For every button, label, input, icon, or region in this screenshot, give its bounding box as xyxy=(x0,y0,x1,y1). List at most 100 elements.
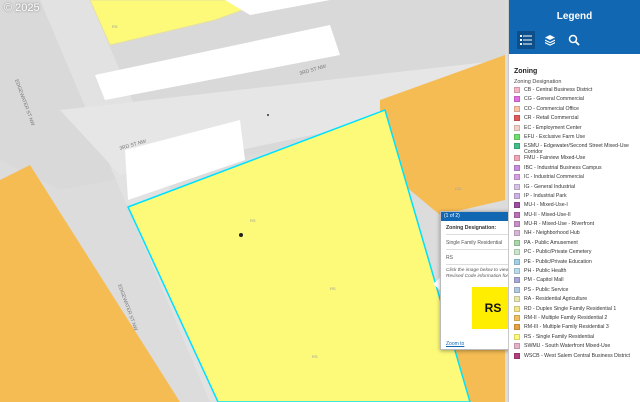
legend-item: NH - Neighborhood Hub xyxy=(514,230,635,239)
legend-swatch xyxy=(514,230,520,237)
legend-swatch xyxy=(514,258,520,265)
legend-swatch xyxy=(514,87,520,93)
legend-item: IBC - Industrial Business Campus xyxy=(514,164,635,174)
zoom-to-link[interactable]: Zoom to xyxy=(446,341,464,347)
legend-item: PS - Public Service xyxy=(514,286,635,296)
legend-item: EC - Employment Center xyxy=(514,124,635,134)
legend-item-label: IC - Industrial Commercial xyxy=(524,174,584,181)
legend-item-label: RM-II - Multiple Family Residential 2 xyxy=(524,314,608,321)
legend-item-label: PC - Public/Private Cemetery xyxy=(524,249,592,256)
legend-item-label: MU-R - Mixed-Use - Riverfront xyxy=(524,221,595,228)
legend-swatch xyxy=(514,155,520,162)
legend-swatch xyxy=(514,333,520,340)
legend-item: PH - Public Health xyxy=(514,268,635,277)
legend-item: FMU - Fairview Mixed-Use xyxy=(514,155,635,164)
legend-header: Legend xyxy=(509,0,640,54)
legend-swatch xyxy=(514,174,520,181)
legend-swatch xyxy=(514,239,520,246)
legend-item: RS - Single Family Residential xyxy=(514,333,635,343)
legend-item: MU-I - Mixed-Use-I xyxy=(514,202,635,211)
legend-item-label: PM - Capitol Mall xyxy=(524,277,564,284)
legend-layer-title: Zoning xyxy=(514,68,538,75)
legend-item-label: NH - Neighborhood Hub xyxy=(524,230,580,237)
legend-item-label: EC - Employment Center xyxy=(524,124,582,131)
legend-item-label: MU-II - Mixed-Use-II xyxy=(524,211,571,218)
legend-swatch xyxy=(514,352,520,359)
legend-item-label: PH - Public Health xyxy=(524,268,567,275)
legend-swatch xyxy=(514,133,520,140)
legend-item-label: PE - Public/Private Education xyxy=(524,258,592,265)
legend-item-label: EFU - Exclusive Farm Use xyxy=(524,133,586,140)
legend-item: MU-II - Mixed-Use-II xyxy=(514,211,635,221)
legend-swatch xyxy=(514,115,520,122)
legend-item: PA - Public Amusement xyxy=(514,239,635,249)
legend-swatch xyxy=(514,124,520,131)
legend-swatch xyxy=(514,192,520,199)
legend-item-label: RS - Single Family Residential xyxy=(524,333,595,340)
parcel-label-3: CO xyxy=(455,186,461,191)
legend-item-label: IG - General Industrial xyxy=(524,183,576,190)
legend-item-label: PS - Public Service xyxy=(524,286,569,293)
selection-point xyxy=(239,233,243,237)
legend-item: CG - General Commercial xyxy=(514,96,635,105)
legend-swatch xyxy=(514,314,520,321)
legend-item-label: ESMU - Edgewater/Second Street Mixed-Use… xyxy=(524,143,629,156)
legend-item: CR - Retail Commercial xyxy=(514,115,635,124)
legend-item-label: PA - Public Amusement xyxy=(524,239,578,246)
legend-item: EFU - Exclusive Farm Use xyxy=(514,133,635,143)
legend-list: CB - Central Business District CG - Gener… xyxy=(514,87,635,362)
legend-item-label: FMU - Fairview Mixed-Use xyxy=(524,155,586,162)
legend-item: ESMU - Edgewater/Second Street Mixed-Use… xyxy=(514,143,635,155)
copyright-watermark: © 2025 xyxy=(4,2,40,14)
legend-item: MU-R - Mixed-Use - Riverfront xyxy=(514,221,635,230)
map-viewer: 3RD ST NW 3RD ST NW EDGEWATER ST NW EDGE… xyxy=(0,0,640,402)
legend-item-label: CR - Retail Commercial xyxy=(524,115,579,122)
legend-swatch xyxy=(514,164,520,171)
legend-item: CO - Commercial Office xyxy=(514,105,635,115)
legend-swatch xyxy=(514,324,520,331)
legend-swatch xyxy=(514,143,520,150)
parcel-label-5: RS xyxy=(330,286,336,291)
legend-field-title: Zoning Designation xyxy=(514,79,562,85)
legend-swatch xyxy=(514,96,520,103)
legend-item: RD - Duplex Single Family Residential 1 xyxy=(514,305,635,315)
legend-swatch xyxy=(514,249,520,256)
legend-item: PC - Public/Private Cemetery xyxy=(514,249,635,258)
legend-swatch xyxy=(514,277,520,284)
legend-item-label: RD - Duplex Single Family Residential 1 xyxy=(524,305,617,312)
legend-item-label: CO - Commercial Office xyxy=(524,105,579,112)
legend-item: RM-III - Multiple Family Residential 3 xyxy=(514,324,635,333)
legend-item: WSCB - West Salem Central Business Distr… xyxy=(514,352,635,362)
legend-item-label: IP - Industrial Park xyxy=(524,192,567,199)
search-icon[interactable] xyxy=(567,33,581,47)
legend-item-label: CG - General Commercial xyxy=(524,96,584,103)
legend-item-label: RM-III - Multiple Family Residential 3 xyxy=(524,324,609,331)
legend-swatch xyxy=(514,183,520,190)
legend-item-label: SWMU - South Waterfront Mixed-Use xyxy=(524,343,611,350)
legend-swatch xyxy=(514,343,520,350)
legend-item-label: CB - Central Business District xyxy=(524,87,593,93)
legend-item: IC - Industrial Commercial xyxy=(514,174,635,183)
legend-item: PE - Public/Private Education xyxy=(514,258,635,268)
legend-item: CB - Central Business District xyxy=(514,87,635,96)
legend-item: IG - General Industrial xyxy=(514,183,635,193)
legend-item-label: MU-I - Mixed-Use-I xyxy=(524,202,568,209)
legend-item-label: WSCB - West Salem Central Business Distr… xyxy=(524,352,630,359)
legend-panel: Legend Zoning Zoning Designation CB - Ce… xyxy=(508,0,640,402)
legend-item: RM-II - Multiple Family Residential 2 xyxy=(514,314,635,324)
legend-item: PM - Capitol Mall xyxy=(514,277,635,286)
legend-swatch xyxy=(514,221,520,228)
legend-list-icon[interactable] xyxy=(517,31,535,49)
popup-counter: (1 of 2) xyxy=(444,213,460,219)
layers-icon[interactable] xyxy=(543,33,557,47)
parcel-label-2: RS xyxy=(312,354,318,359)
legend-swatch xyxy=(514,105,520,112)
legend-item: SWMU - South Waterfront Mixed-Use xyxy=(514,343,635,352)
legend-item-label: RA - Residential Agriculture xyxy=(524,296,588,303)
legend-swatch xyxy=(514,211,520,218)
legend-swatch xyxy=(514,268,520,275)
parcel-label-4: RS xyxy=(250,218,256,223)
legend-title: Legend xyxy=(556,11,593,22)
map-point xyxy=(267,114,269,116)
legend-swatch xyxy=(514,202,520,209)
